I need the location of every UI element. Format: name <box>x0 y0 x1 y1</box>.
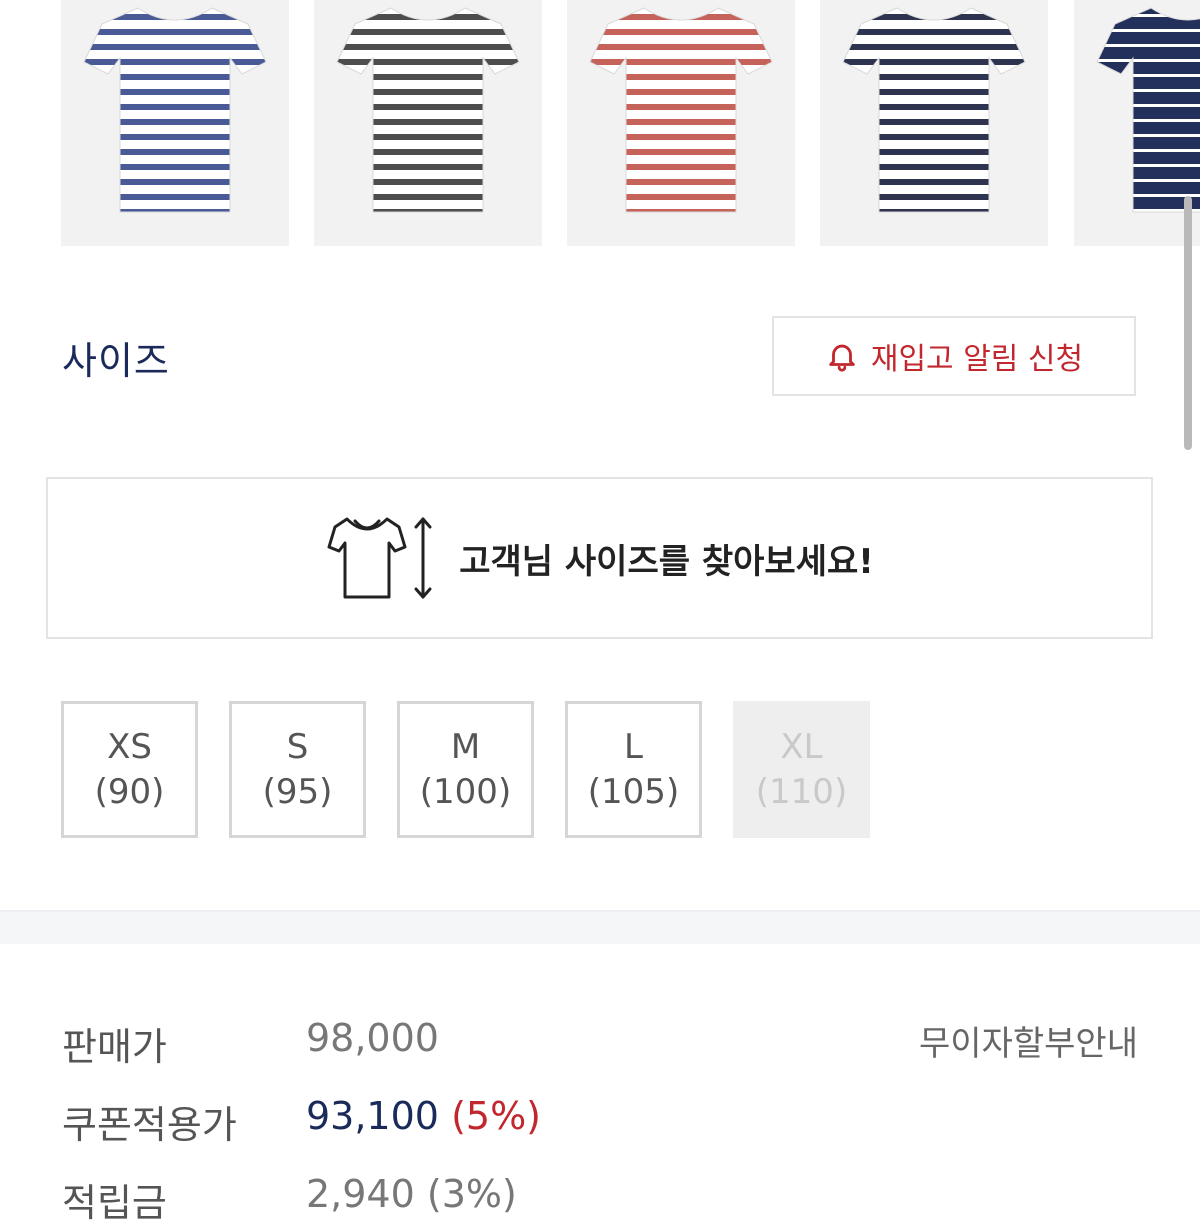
restock-alert-label: 재입고 알림 신청 <box>870 342 1084 377</box>
color-thumbnail-dark-navy[interactable] <box>1074 0 1200 246</box>
size-sub-label: (110) <box>755 771 848 812</box>
size-option-s[interactable]: S (95) <box>229 701 366 838</box>
size-option-m[interactable]: M (100) <box>397 701 534 838</box>
points-value: 2,940 (3%) <box>306 1172 517 1216</box>
tshirt-white-stripe-on-navy <box>1096 7 1200 213</box>
installment-info-link[interactable]: 무이자할부안내 <box>919 1016 1138 1065</box>
color-thumbnail-red[interactable] <box>567 0 795 246</box>
size-label: L <box>624 727 643 768</box>
tshirt-red-stripe <box>589 7 773 213</box>
size-label: XS <box>107 727 152 768</box>
size-sub-label: (95) <box>262 771 333 812</box>
color-thumbnail-blue[interactable] <box>61 0 289 246</box>
scrollbar[interactable] <box>1184 196 1192 450</box>
tshirt-size-icon <box>327 517 432 599</box>
tshirt-navy-stripe <box>842 7 1026 213</box>
bell-icon <box>829 344 855 372</box>
coupon-price-group: 93,100 (5%) <box>306 1094 541 1138</box>
restock-alert-button[interactable]: 재입고 알림 신청 <box>772 316 1136 396</box>
tshirt-blue-stripe <box>83 7 267 213</box>
color-thumbnail-strip <box>0 0 1200 246</box>
section-divider <box>0 910 1200 944</box>
size-finder-label: 고객님 사이즈를 찾아보세요! <box>459 541 874 582</box>
size-sub-label: (105) <box>587 771 680 812</box>
size-sub-label: (90) <box>94 771 165 812</box>
sale-price-label: 판매가 <box>62 1025 167 1069</box>
size-section-title: 사이즈 <box>62 339 170 383</box>
coupon-rate: (5%) <box>451 1094 541 1138</box>
size-option-l[interactable]: L (105) <box>565 701 702 838</box>
color-thumbnail-gray[interactable] <box>314 0 542 246</box>
size-label: M <box>450 727 481 768</box>
coupon-price-label: 쿠폰적용가 <box>62 1103 237 1147</box>
size-option-xs[interactable]: XS (90) <box>61 701 198 838</box>
size-finder-button[interactable]: 고객님 사이즈를 찾아보세요! <box>46 477 1153 639</box>
size-label: S <box>286 727 309 768</box>
size-sub-label: (100) <box>419 771 512 812</box>
coupon-price-value: 93,100 <box>306 1094 439 1138</box>
color-thumbnail-navy[interactable] <box>820 0 1048 246</box>
sale-price-value: 98,000 <box>306 1016 439 1060</box>
size-label: XL <box>780 727 823 768</box>
size-option-xl-soldout: XL (110) <box>733 701 870 838</box>
tshirt-gray-stripe <box>336 7 520 213</box>
